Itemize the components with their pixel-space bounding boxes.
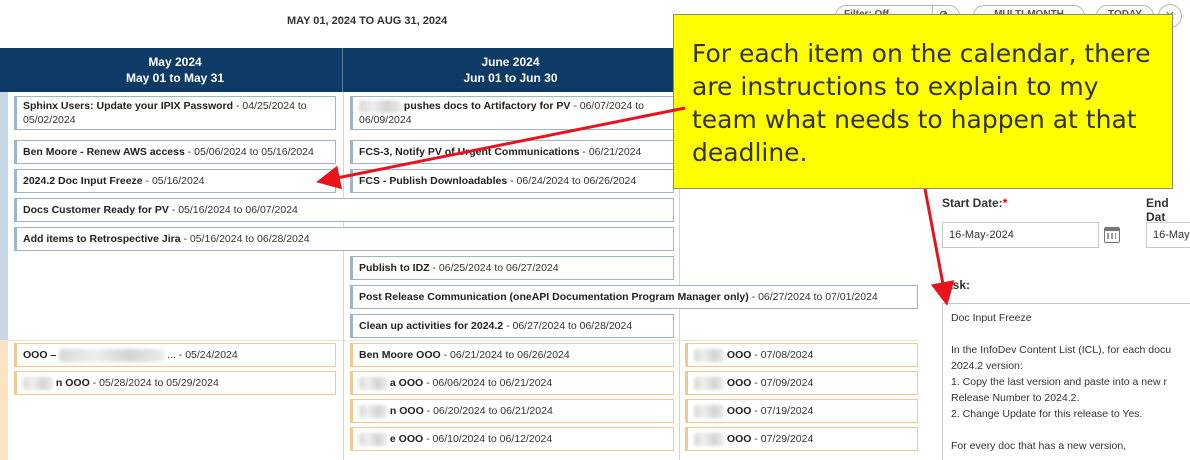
event-dates: - 06/06/2024 to 06/21/2024 xyxy=(423,377,553,389)
event-dates: ... - 05/24/2024 xyxy=(164,349,238,361)
event-title: Ben Moore OOO xyxy=(359,349,441,361)
event-title: Clean up activities for 2024.2 xyxy=(359,320,504,332)
event-dates: - 06/10/2024 to 06/12/2024 xyxy=(423,433,553,445)
redacted-name xyxy=(694,432,724,446)
event-title: OOO xyxy=(726,433,752,445)
start-date-label: Start Date:* xyxy=(942,196,1007,210)
event-title: n OOO xyxy=(389,405,424,417)
event-title: OOO xyxy=(726,349,752,361)
event-item[interactable]: 2024.2 Doc Input Freeze - 05/16/2024 xyxy=(14,169,336,193)
event-dates: - 06/21/2024 xyxy=(579,146,642,158)
grid-divider xyxy=(343,92,344,460)
event-dates: - 05/06/2024 to 05/16/2024 xyxy=(184,146,314,158)
end-date-input[interactable]: 16-May xyxy=(1146,222,1190,248)
event-title: a OOO xyxy=(389,377,424,389)
event-item[interactable]: FCS - Publish Downloadables - 06/24/2024… xyxy=(350,169,674,193)
event-title: Sphinx Users: Update your IPIX Password xyxy=(23,100,234,112)
month-header-june: June 2024 Jun 01 to Jun 30 xyxy=(343,48,679,92)
redacted-name xyxy=(59,348,165,362)
calendar-icon[interactable] xyxy=(1104,227,1120,243)
event-title: OOO xyxy=(726,377,752,389)
redacted-name xyxy=(359,432,387,446)
month-header-may: May 2024 May 01 to May 31 xyxy=(8,48,343,92)
ooo-event-item[interactable]: a OOO - 06/06/2024 to 06/21/2024 xyxy=(350,371,674,395)
redacted-name xyxy=(359,376,387,390)
event-title: OOO – xyxy=(23,349,57,361)
event-title: Ben Moore - Renew AWS access xyxy=(23,146,185,158)
ooo-event-item[interactable]: OOO - 07/19/2024 xyxy=(685,399,918,423)
event-title: Add items to Retrospective Jira xyxy=(23,233,181,245)
row-group-strip-ooo xyxy=(0,340,8,460)
event-dates: - 05/16/2024 xyxy=(142,175,205,187)
ooo-event-item[interactable]: OOO - 07/29/2024 xyxy=(685,427,918,451)
event-dates: - 05/16/2024 to 06/28/2024 xyxy=(180,233,310,245)
end-date-label: End Dat xyxy=(1146,196,1169,224)
event-dates: - 05/28/2024 to 05/29/2024 xyxy=(89,377,219,389)
task-label: ask: xyxy=(946,278,971,292)
ooo-event-item[interactable]: OOO – ... - 05/24/2024 xyxy=(14,343,336,367)
month-title: May 2024 xyxy=(148,55,202,69)
header-spacer xyxy=(0,48,8,92)
start-date-input[interactable]: 16-May-2024 xyxy=(942,222,1099,248)
event-dates: - 06/25/2024 to 06/27/2024 xyxy=(429,262,559,274)
event-item[interactable]: Docs Customer Ready for PV - 05/16/2024 … xyxy=(14,198,674,222)
event-title: FCS-3, Notify PV of Urgent Communication… xyxy=(359,146,580,158)
redacted-name xyxy=(694,376,724,390)
row-group-strip-deadlines xyxy=(0,92,8,340)
event-title: pushes docs to Artifactory for PV xyxy=(403,100,571,112)
redacted-name xyxy=(23,376,53,390)
ooo-event-item[interactable]: Ben Moore OOO - 06/21/2024 to 06/26/2024 xyxy=(350,343,674,367)
event-item[interactable]: FCS-3, Notify PV of Urgent Communication… xyxy=(350,140,674,164)
date-range-title: MAY 01, 2024 TO AUG 31, 2024 xyxy=(287,15,448,27)
event-title: Publish to IDZ xyxy=(359,262,430,274)
redacted-name xyxy=(694,348,724,362)
event-item[interactable]: Post Release Communication (oneAPI Docum… xyxy=(350,285,918,309)
event-title: e OOO xyxy=(389,433,424,445)
event-detail-panel: Start Date:* End Dat 16-May-2024 16-May … xyxy=(918,189,1190,460)
event-dates: - 07/09/2024 xyxy=(751,377,814,389)
event-item[interactable]: Add items to Retrospective Jira - 05/16/… xyxy=(14,227,674,251)
event-item[interactable]: Ben Moore - Renew AWS access - 05/06/202… xyxy=(14,140,336,164)
event-dates: - 07/19/2024 xyxy=(751,405,814,417)
month-range: Jun 01 to Jun 30 xyxy=(463,71,558,85)
event-title: OOO xyxy=(726,405,752,417)
event-title: Docs Customer Ready for PV xyxy=(23,204,169,216)
ooo-event-item[interactable]: OOO - 07/08/2024 xyxy=(685,343,918,367)
event-item[interactable]: pushes docs to Artifactory for PV - 06/0… xyxy=(350,96,674,130)
event-title: Post Release Communication (oneAPI Docum… xyxy=(359,291,749,303)
event-dates: - 06/21/2024 to 06/26/2024 xyxy=(440,349,570,361)
annotation-callout: For each item on the calendar, there are… xyxy=(673,14,1173,189)
event-title: 2024.2 Doc Input Freeze xyxy=(23,175,143,187)
redacted-name xyxy=(359,404,387,418)
month-range: May 01 to May 31 xyxy=(125,71,225,85)
task-textarea[interactable]: Doc Input Freeze In the InfoDev Content … xyxy=(942,303,1190,460)
event-dates: - 06/27/2024 to 06/28/2024 xyxy=(503,320,633,332)
start-date-label-text: Start Date: xyxy=(942,196,1003,210)
event-dates: - 06/27/2024 to 07/01/2024 xyxy=(748,291,878,303)
required-mark: * xyxy=(1002,196,1008,210)
ooo-event-item[interactable]: n OOO - 06/20/2024 to 06/21/2024 xyxy=(350,399,674,423)
event-item[interactable]: Clean up activities for 2024.2 - 06/27/2… xyxy=(350,314,674,338)
ooo-event-item[interactable]: n OOO - 05/28/2024 to 05/29/2024 xyxy=(14,371,336,395)
event-dates: - 07/29/2024 xyxy=(751,433,814,445)
ooo-event-item[interactable]: e OOO - 06/10/2024 to 06/12/2024 xyxy=(350,427,674,451)
event-title: FCS - Publish Downloadables xyxy=(359,175,508,187)
ooo-event-item[interactable]: OOO - 07/09/2024 xyxy=(685,371,918,395)
event-dates: - 05/16/2024 to 06/07/2024 xyxy=(168,204,298,216)
event-item[interactable]: Publish to IDZ - 06/25/2024 to 06/27/202… xyxy=(350,256,674,280)
event-item[interactable]: Sphinx Users: Update your IPIX Password … xyxy=(14,96,336,130)
redacted-name xyxy=(359,99,401,113)
redacted-name xyxy=(694,404,724,418)
event-dates: - 07/08/2024 xyxy=(751,349,814,361)
event-dates: - 06/20/2024 to 06/21/2024 xyxy=(423,405,553,417)
event-dates: - 06/24/2024 to 06/26/2024 xyxy=(507,175,637,187)
event-title: n OOO xyxy=(55,377,90,389)
month-title: June 2024 xyxy=(481,55,540,69)
